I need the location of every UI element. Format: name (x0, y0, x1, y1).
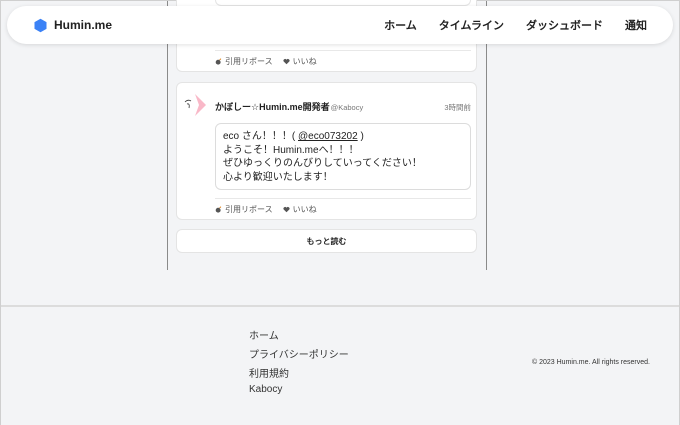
hexagon-logo-icon (34, 18, 47, 32)
like-button[interactable]: いいね (283, 56, 317, 67)
read-more-button[interactable]: もっと読む (176, 229, 477, 253)
heart-icon (283, 58, 290, 65)
footer-link-terms[interactable]: 利用規約 (249, 365, 349, 380)
nav-dashboard[interactable]: ダッシュボード (526, 17, 603, 33)
footer-link-kabocy[interactable]: Kabocy (249, 384, 349, 395)
post-actions: 引用リポース いいね (215, 56, 317, 67)
content-line: ぜひゆっくりのんびりしていってください！ (223, 158, 422, 169)
post-card: かぼしー☆Humin.me開発者 @Kabocy 3時間前 eco さん！！！(… (176, 82, 477, 220)
nav-timeline[interactable]: タイムライン (439, 17, 504, 33)
content-text: ) (360, 131, 364, 142)
post-header: かぼしー☆Humin.me開発者 @Kabocy 3時間前 (215, 100, 471, 113)
author-handle[interactable]: @Kabocy (331, 103, 364, 112)
footer-link-privacy[interactable]: プライバシーポリシー (249, 346, 349, 361)
post-actions: 引用リポース いいね (215, 204, 317, 215)
content-line: eco さん！！！( @eco073202 ) (223, 130, 463, 144)
avatar[interactable] (182, 92, 208, 118)
quote-repost-label: 引用リポース (225, 57, 273, 66)
quote-repost-label: 引用リポース (225, 205, 273, 214)
footer: ホーム プライバシーポリシー 利用規約 Kabocy © 2023 Humin.… (1, 305, 679, 425)
repost-bomb-icon (215, 58, 222, 65)
post-content: eco さん！！！( @eco073202 ) ようこそ！Humin.meへ！！… (215, 123, 471, 190)
brand-name: Humin.me (54, 18, 113, 32)
like-button[interactable]: いいね (283, 204, 317, 215)
author-name[interactable]: かぼしー☆Humin.me開発者 (215, 100, 330, 113)
navbar: Humin.me ホーム タイムライン ダッシュボード 通知 (7, 6, 673, 44)
like-label: いいね (292, 57, 317, 66)
footer-links: ホーム プライバシーポリシー 利用規約 Kabocy (249, 327, 349, 395)
repost-bomb-icon (215, 206, 222, 213)
content-line: ようこそ！Humin.meへ！！！ (223, 144, 359, 156)
divider (215, 50, 471, 51)
quote-repost-button[interactable]: 引用リポース (215, 204, 273, 215)
content-text: eco さん！！！( (223, 131, 296, 142)
heart-icon (283, 206, 290, 213)
quote-repost-button[interactable]: 引用リポース (215, 56, 273, 67)
nav-home[interactable]: ホーム (384, 17, 417, 33)
brand[interactable]: Humin.me (33, 18, 112, 33)
mention-link[interactable]: @eco073202 (298, 131, 358, 142)
post-time: 3時間前 (444, 103, 471, 112)
divider (215, 198, 471, 199)
nav-links: ホーム タイムライン ダッシュボード 通知 (384, 17, 647, 33)
content-line: 心より歓迎いたします！ (223, 171, 333, 183)
copyright: © 2023 Humin.me. All rights reserved. (532, 359, 650, 366)
footer-link-home[interactable]: ホーム (249, 327, 349, 342)
like-label: いいね (292, 205, 317, 214)
nav-notifications[interactable]: 通知 (625, 17, 647, 33)
